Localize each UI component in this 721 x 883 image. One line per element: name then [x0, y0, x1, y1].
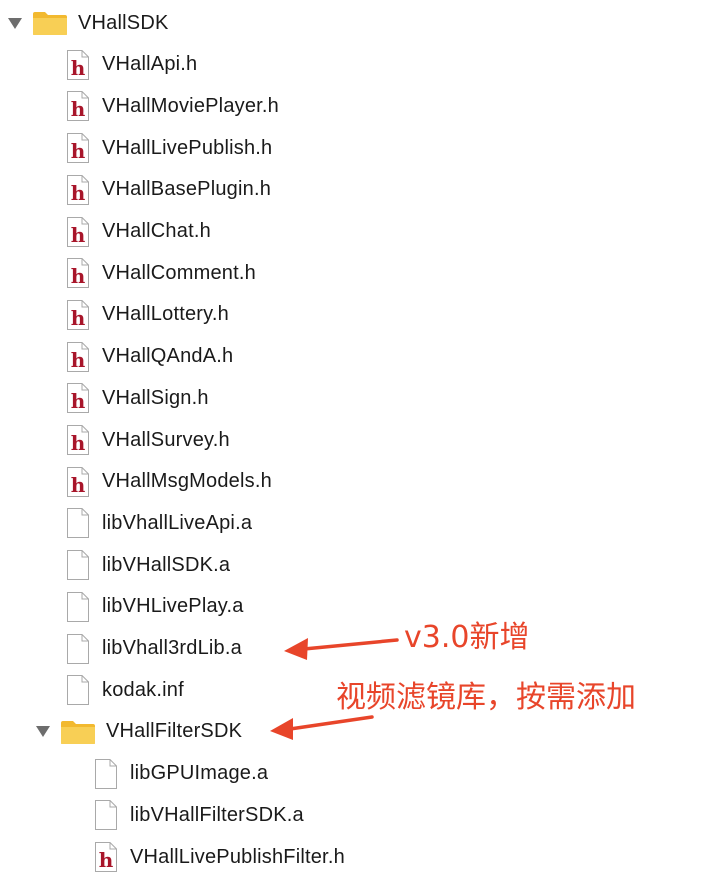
tree-item[interactable]: libVhall3rdLib.a — [66, 630, 242, 668]
file-icon — [94, 758, 118, 790]
item-label: VHallApi.h — [102, 53, 198, 76]
tree-item[interactable]: h VHallMoviePlayer.h — [66, 87, 279, 125]
header-file-icon: h — [66, 216, 90, 248]
file-icon — [66, 549, 90, 581]
svg-text:h: h — [71, 473, 86, 497]
item-label: VHallQAndA.h — [102, 345, 234, 368]
item-label: libVhallLiveApi.a — [102, 511, 253, 534]
file-icon — [94, 799, 118, 831]
header-file-icon: h — [66, 257, 90, 289]
header-file-icon: h — [66, 341, 90, 373]
svg-text:h: h — [71, 139, 86, 163]
item-label: kodak.inf — [102, 678, 184, 701]
tree-item[interactable]: h VHallSign.h — [66, 379, 209, 417]
tree-item[interactable]: libVHallSDK.a — [66, 546, 230, 584]
tree-item[interactable]: h VHallMsgModels.h — [66, 463, 272, 501]
item-label: VHallLivePublishFilter.h — [130, 845, 345, 868]
item-label: VHallLivePublish.h — [102, 136, 273, 159]
file-icon — [66, 674, 90, 706]
tree-item[interactable]: h VHallLivePublish.h — [66, 129, 272, 167]
folder-vhallsdk[interactable]: VHallSDK — [8, 4, 169, 42]
tree-item[interactable]: h VHallBasePlugin.h — [66, 171, 271, 209]
svg-text:h: h — [71, 348, 86, 372]
tree-item[interactable]: kodak.inf — [66, 671, 184, 709]
item-label: VHallLottery.h — [102, 303, 229, 326]
header-file-icon: h — [66, 132, 90, 164]
arrow-to-vhallfiltersdk — [270, 715, 374, 740]
tree-item[interactable]: h VHallQAndA.h — [66, 338, 233, 376]
header-file-icon: h — [66, 90, 90, 122]
annotation-new-in-version: v3.0新增 — [404, 620, 530, 655]
item-label: libVHallSDK.a — [102, 553, 231, 576]
item-label: VHallChat.h — [102, 220, 211, 242]
item-label: VHallBasePlugin.h — [102, 178, 272, 201]
file-icon — [66, 591, 90, 623]
svg-text:h: h — [71, 389, 86, 413]
item-label: VHallMoviePlayer.h — [102, 94, 280, 117]
disclosure-triangle-icon[interactable] — [8, 17, 22, 29]
arrow-to-libvhall3rdlib — [284, 638, 399, 660]
svg-text:h: h — [71, 56, 86, 80]
item-label: libVHLivePlay.a — [102, 595, 244, 618]
header-file-icon: h — [66, 382, 90, 414]
item-label: VHallComment.h — [102, 261, 256, 284]
svg-text:h: h — [71, 181, 86, 205]
tree-item[interactable]: h VHallLivePublishFilter.h — [94, 838, 345, 876]
item-label: VHallFilterSDK — [106, 720, 243, 743]
folder-icon — [60, 719, 96, 745]
item-label: VHallSurvey.h — [102, 428, 230, 451]
svg-text:h: h — [71, 306, 86, 330]
tree-item[interactable]: h VHallSurvey.h — [66, 421, 230, 459]
svg-text:h: h — [71, 97, 86, 121]
svg-text:h: h — [71, 431, 86, 455]
header-file-icon: h — [66, 174, 90, 206]
svg-text:h: h — [99, 848, 114, 872]
item-label: VHallSign.h — [102, 386, 209, 409]
tree-item[interactable]: h VHallApi.h — [66, 46, 197, 84]
svg-text:h: h — [71, 264, 86, 288]
tree-item[interactable]: libVhallLiveApi.a — [66, 504, 252, 542]
item-label: libGPUImage.a — [130, 762, 269, 785]
tree-item[interactable]: libVHallFilterSDK.a — [94, 796, 304, 834]
item-label: libVhall3rdLib.a — [102, 637, 242, 659]
svg-text:h: h — [71, 223, 86, 247]
header-file-icon: h — [66, 299, 90, 331]
folder-vhallfiltersdk[interactable]: VHallFilterSDK — [36, 713, 242, 751]
item-label: libVHallFilterSDK.a — [130, 803, 304, 826]
header-file-icon: h — [94, 841, 118, 873]
header-file-icon: h — [66, 49, 90, 81]
tree-item[interactable]: h VHallLottery.h — [66, 296, 229, 334]
file-icon — [66, 507, 90, 539]
tree-item[interactable]: libVHLivePlay.a — [66, 588, 244, 626]
tree-item[interactable]: libGPUImage.a — [94, 755, 268, 793]
item-label: VHallMsgModels.h — [102, 470, 272, 493]
file-icon — [66, 633, 90, 665]
tree-item[interactable]: h VHallChat.h — [66, 213, 211, 251]
item-label: VHallSDK — [78, 11, 169, 34]
tree-item[interactable]: h VHallComment.h — [66, 254, 256, 292]
annotation-filter-note: 视频滤镜库，按需添加 — [336, 680, 636, 715]
header-file-icon: h — [66, 466, 90, 498]
header-file-icon: h — [66, 424, 90, 456]
folder-icon — [32, 10, 68, 36]
disclosure-triangle-icon[interactable] — [36, 726, 50, 738]
